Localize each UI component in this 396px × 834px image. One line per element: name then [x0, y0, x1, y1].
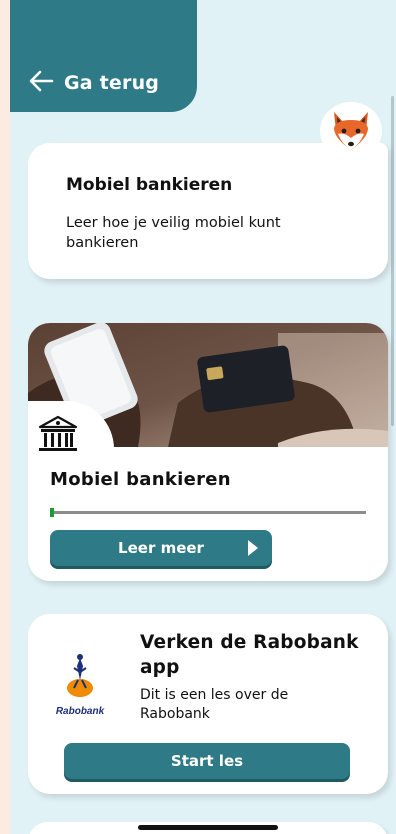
- fox-icon: [334, 112, 368, 150]
- course-title: Mobiel bankieren: [50, 469, 231, 490]
- start-lesson-button[interactable]: Start les: [64, 743, 350, 779]
- home-indicator[interactable]: [138, 825, 278, 830]
- intro-title: Mobiel bankieren: [66, 175, 233, 195]
- progress-fill: [50, 508, 54, 517]
- rabobank-lesson-card[interactable]: Rabobank Verken de Rabobank app Dit is e…: [28, 614, 388, 794]
- course-card[interactable]: Mobiel bankieren Leer meer: [28, 323, 388, 581]
- intro-description: Leer hoe je veilig mobiel kunt bankieren: [66, 215, 281, 251]
- rabobank-logo: Rabobank: [56, 654, 105, 717]
- back-label: Ga terug: [64, 72, 160, 94]
- rabobank-description: Dit is een les over de Rabobank: [140, 687, 289, 722]
- play-icon: [248, 540, 258, 556]
- scrollbar[interactable]: [391, 96, 394, 426]
- intro-card: Mobiel bankieren Leer hoe je veilig mobi…: [28, 143, 388, 279]
- learn-more-button[interactable]: Leer meer: [50, 530, 272, 566]
- rabobank-title: Verken de Rabobank app: [140, 632, 359, 678]
- fox-mascot-avatar: [320, 102, 382, 160]
- rabobank-logo-text: Rabobank: [56, 706, 105, 717]
- arrow-left-icon: [29, 70, 54, 92]
- start-lesson-label: Start les: [170, 752, 244, 770]
- bank-building-icon: [38, 415, 78, 451]
- progress-track: [50, 511, 366, 514]
- learn-more-label: Leer meer: [118, 539, 204, 557]
- back-button[interactable]: Ga terug: [10, 0, 197, 112]
- app-screen: Ga terug Mobiel bankieren Leer hoe je ve…: [10, 0, 396, 834]
